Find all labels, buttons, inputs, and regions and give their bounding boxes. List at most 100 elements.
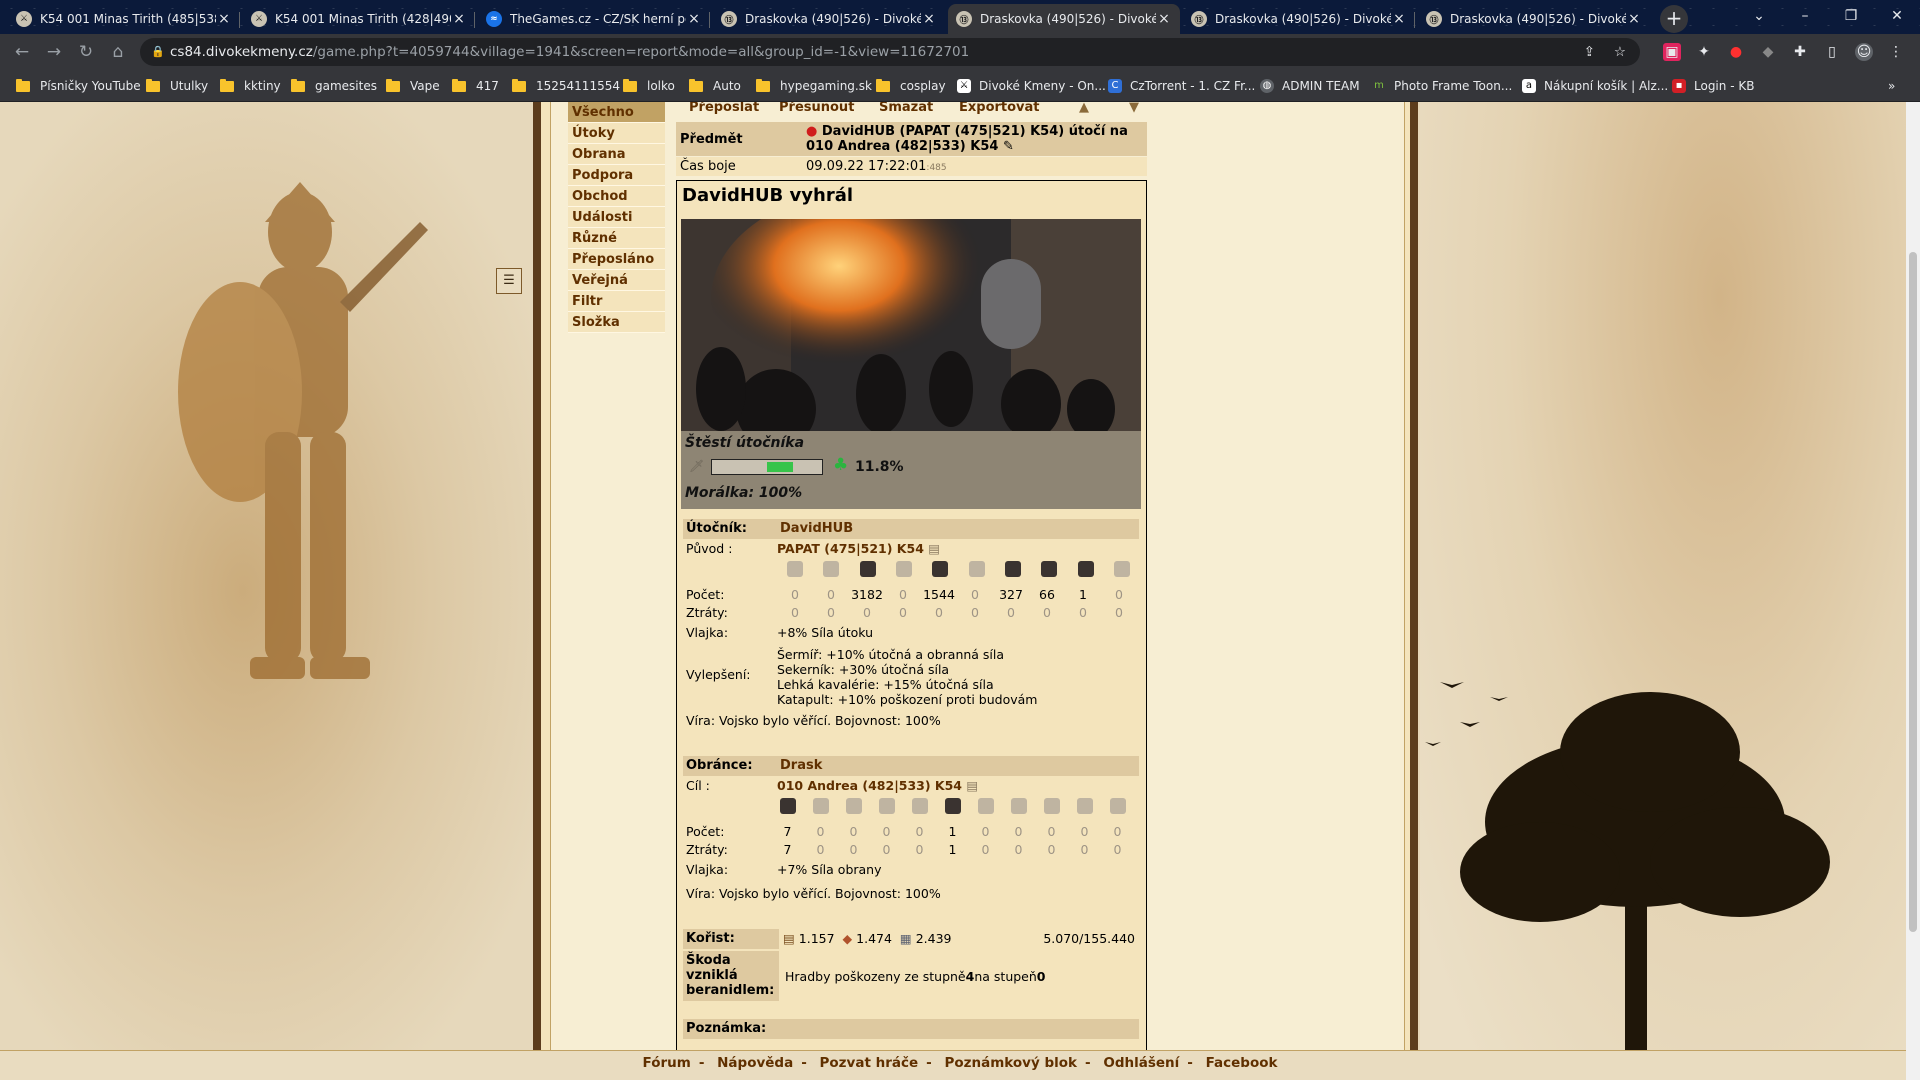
close-tab-icon[interactable]: ×	[1156, 11, 1172, 27]
browser-tab[interactable]: ⚔ K54 001 Minas Tirith (485|538) ×	[8, 4, 240, 34]
bookmark-star-icon[interactable]: ☆	[1614, 38, 1626, 66]
bookmark[interactable]: Vape	[386, 77, 440, 95]
footer-link-invite[interactable]: Pozvat hráče	[820, 1055, 919, 1071]
unit-value: 66	[1039, 587, 1055, 602]
close-tab-icon[interactable]: ×	[921, 11, 937, 27]
address-bar[interactable]: 🔒 cs84.divokekmeny.cz/game.php?t=4059744&…	[140, 38, 1640, 66]
bookmark[interactable]: Utulky	[146, 77, 208, 95]
browser-tab[interactable]: ≈ TheGames.cz - CZ/SK herní port ×	[478, 4, 710, 34]
unit-value: 0	[1047, 824, 1056, 839]
footer-link-help[interactable]: Nápověda	[717, 1055, 793, 1071]
bookmark[interactable]: ▪ Login - KB	[1672, 77, 1754, 95]
share-icon[interactable]: ⇪	[1584, 38, 1595, 66]
bookmark[interactable]: 417	[452, 77, 499, 95]
close-tab-icon[interactable]: ×	[1626, 11, 1642, 27]
bookmark[interactable]: Auto	[689, 77, 741, 95]
footer-link-logout[interactable]: Odhlášení	[1103, 1055, 1179, 1071]
browser-tab[interactable]: ⑬Draskovka (490|526) - Divoké Km×	[1418, 4, 1650, 34]
cztorrent-icon: C	[1108, 79, 1122, 93]
menu-item-defense[interactable]: Obrana	[568, 144, 665, 165]
browser-tab-active[interactable]: ⑬Draskovka (490|526) - Divoké Km×	[948, 4, 1180, 34]
side-panel-icon[interactable]: ▯	[1823, 43, 1841, 61]
tribal-wars-icon: ⚔	[16, 11, 32, 27]
close-tab-icon[interactable]: ×	[1391, 11, 1407, 27]
bookmark[interactable]: lolko	[623, 77, 675, 95]
extension-icon[interactable]: ◆	[1759, 43, 1777, 61]
menu-item-filter[interactable]: Filtr	[568, 291, 665, 312]
village-info-icon[interactable]: ▤	[928, 541, 940, 556]
bookmark[interactable]: Písničky YouTube	[16, 77, 141, 95]
unit-value: 0	[849, 842, 858, 857]
menu-item-forwarded[interactable]: Přeposláno	[568, 249, 665, 270]
next-report-icon[interactable]: ▼	[1129, 102, 1139, 115]
extension-icon[interactable]: ✦	[1695, 43, 1713, 61]
menu-item-all[interactable]: Všechno	[568, 102, 665, 123]
close-tab-icon[interactable]: ×	[686, 11, 702, 27]
browser-tab[interactable]: ⑬Draskovka (490|526) - Divoké Km×	[713, 4, 945, 34]
extension-icon[interactable]: ▣	[1663, 43, 1681, 61]
footer-link-facebook[interactable]: Facebook	[1206, 1055, 1278, 1071]
game-icon: ⑬	[1191, 11, 1207, 27]
menu-item-events[interactable]: Události	[568, 207, 665, 228]
swordsman-icon	[813, 561, 849, 577]
battle-report: DavidHUB vyhrál Štěstí útočníka 🗡 ♣ 11.8…	[676, 180, 1147, 1060]
edit-pencil-icon[interactable]: ✎	[1003, 139, 1014, 154]
move-report-link[interactable]: Přesunout	[779, 102, 854, 115]
close-window-icon[interactable]: ✕	[1874, 0, 1920, 32]
unit-value: 0	[915, 824, 924, 839]
scrollbar-thumb[interactable]	[1909, 252, 1917, 932]
export-report-link[interactable]: Exportovat	[959, 102, 1040, 115]
unit-value: 0	[981, 842, 990, 857]
defender-target-village[interactable]: 010 Andrea (482|533) K54 ▤	[777, 778, 978, 793]
footer-link-notebook[interactable]: Poznámkový blok	[944, 1055, 1077, 1071]
attacker-name[interactable]: DavidHUB	[777, 519, 1139, 539]
attacker-origin-village[interactable]: PAPAT (475|521) K54 ▤	[777, 541, 940, 556]
bookmark[interactable]: m Photo Frame Toon...	[1372, 77, 1512, 95]
bookmark[interactable]: ⚔ Divoké Kmeny - On...	[957, 77, 1106, 95]
menu-item-trade[interactable]: Obchod	[568, 186, 665, 207]
menu-item-attacks[interactable]: Útoky	[568, 123, 665, 144]
reload-icon[interactable]: ↻	[74, 40, 98, 64]
menu-item-support[interactable]: Podpora	[568, 165, 665, 186]
bookmark[interactable]: kktiny	[220, 77, 281, 95]
page-scrollbar[interactable]	[1906, 102, 1920, 1080]
previous-report-icon[interactable]: ▲	[1079, 102, 1089, 115]
forward-report-link[interactable]: Přeposlat	[689, 102, 759, 115]
bookmark[interactable]: C CzTorrent - 1. CZ Fr...	[1108, 77, 1255, 95]
close-tab-icon[interactable]: ×	[216, 11, 232, 27]
new-tab-button[interactable]: +	[1660, 5, 1688, 33]
bookmark[interactable]: ◍ ADMIN TEAM	[1260, 77, 1360, 95]
menu-item-other[interactable]: Různé	[568, 228, 665, 249]
restore-icon[interactable]: ❐	[1828, 0, 1874, 32]
village-info-icon[interactable]: ▤	[966, 778, 978, 793]
back-icon[interactable]: ←	[10, 40, 34, 64]
home-icon[interactable]: ⌂	[106, 40, 130, 64]
tab-search-icon[interactable]: ⌄	[1736, 0, 1782, 32]
morale-value: Morálka: 100%	[685, 485, 803, 501]
profile-avatar-icon[interactable]: ☺	[1855, 43, 1873, 61]
bookmark[interactable]: 15254111554	[512, 77, 620, 95]
bookmark[interactable]: a Nákupní košík | Alz...	[1522, 77, 1668, 95]
bookmark[interactable]: hypegaming.sk	[756, 77, 872, 95]
menu-item-public[interactable]: Veřejná	[568, 270, 665, 291]
unit-value: 0	[1080, 824, 1089, 839]
lock-icon[interactable]: 🔒	[151, 38, 165, 66]
iron-icon: ▦	[899, 931, 912, 946]
bookmark[interactable]: cosplay	[876, 77, 946, 95]
loot-label: Kořist:	[683, 929, 779, 949]
bookmark[interactable]: gamesites	[291, 77, 377, 95]
extensions-puzzle-icon[interactable]: ✚	[1791, 43, 1809, 61]
sidebar-toggle-button[interactable]: ☰	[496, 268, 522, 294]
footer-link-forum[interactable]: Fórum	[643, 1055, 691, 1071]
browser-tab[interactable]: ⚔ K54 001 Minas Tirith (428|490) ×	[243, 4, 475, 34]
extension-icon[interactable]: ●	[1727, 43, 1745, 61]
delete-report-link[interactable]: Smazat	[879, 102, 933, 115]
menu-item-folder[interactable]: Složka	[568, 312, 665, 333]
minimize-icon[interactable]: –	[1782, 0, 1828, 32]
close-tab-icon[interactable]: ×	[451, 11, 467, 27]
browser-tab[interactable]: ⑬Draskovka (490|526) - Divoké Km×	[1183, 4, 1415, 34]
menu-kebab-icon[interactable]: ⋮	[1887, 43, 1905, 61]
forward-icon[interactable]: →	[42, 40, 66, 64]
defender-name[interactable]: Drask	[777, 756, 1139, 776]
more-bookmarks-icon[interactable]: »	[1888, 77, 1895, 95]
